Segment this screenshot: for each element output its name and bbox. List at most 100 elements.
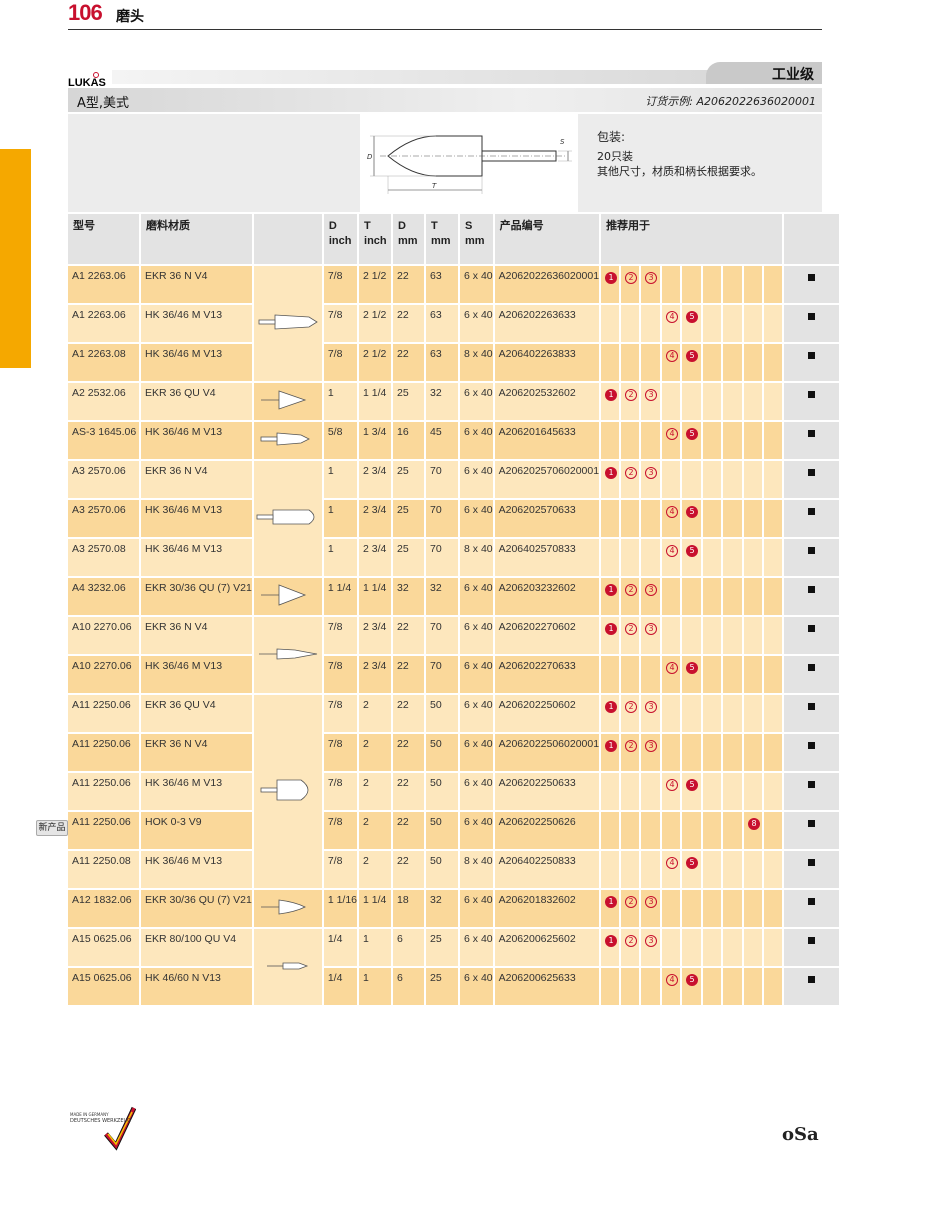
cell-recommended-empty	[763, 655, 785, 695]
cell-recommended-empty	[722, 928, 745, 968]
cell-type: A11 2250.06	[68, 811, 141, 851]
header-product-no: 产品编号	[493, 214, 602, 266]
cell-d-mm: 22	[392, 265, 427, 305]
made-in-text: MADE IN GERMANY	[70, 1112, 109, 1117]
osa-logo: oSa	[782, 1124, 819, 1145]
cell-type: A1 2263.06	[68, 304, 141, 344]
recommended-mark: 3	[645, 584, 658, 596]
availability-mark	[808, 469, 816, 476]
recommended-mark: 5	[686, 506, 699, 518]
cell-t-mm: 25	[425, 967, 461, 1007]
cell-product-no: A206402250833	[493, 850, 602, 890]
cell-s-mm: 8 x 40	[459, 343, 495, 383]
cell-recommended-empty	[743, 772, 765, 812]
availability-mark	[808, 664, 816, 671]
cell-recommended: 3	[640, 928, 663, 968]
cell-s-mm: 6 x 40	[459, 460, 495, 500]
cell-t-inch: 2 3/4	[358, 538, 394, 578]
availability-mark	[808, 586, 816, 593]
cell-product-no: A206202250602	[493, 694, 602, 734]
cell-type: A4 3232.06	[68, 577, 141, 617]
recommended-mark: 3	[645, 623, 658, 635]
cell-recommended-empty	[600, 811, 622, 851]
cell-t-mm: 50	[425, 694, 461, 734]
header-availability	[783, 214, 842, 266]
cell-recommended-empty	[743, 304, 765, 344]
cell-recommended-empty	[600, 967, 622, 1007]
cell-t-mm: 63	[425, 304, 461, 344]
cell-material: EKR 80/100 QU V4	[140, 928, 254, 968]
cell-t-inch: 1 1/4	[358, 577, 394, 617]
cell-d-mm: 25	[392, 460, 427, 500]
order-example: 订货示例: A2062022636020001	[645, 95, 816, 108]
recommended-mark: 2	[625, 467, 638, 479]
cell-recommended: 3	[640, 616, 663, 656]
cell-recommended: 1	[600, 733, 622, 773]
cell-t-mm: 70	[425, 460, 461, 500]
table-row: A11 2250.06 HK 36/46 M V13 7/8 2 22 50 6 x 40 A…	[68, 772, 842, 812]
cell-material: EKR 30/36 QU (7) V21	[140, 889, 254, 929]
availability-mark	[808, 781, 816, 788]
header-s-mm: S mm	[459, 214, 495, 266]
cell-recommended: 2	[620, 265, 642, 305]
cell-recommended-empty	[702, 421, 724, 461]
cell-recommended-empty	[743, 733, 765, 773]
packaging-title: 包装:	[597, 130, 626, 144]
cell-recommended-empty	[763, 421, 785, 461]
cell-product-no: A206402570833	[493, 538, 602, 578]
cell-recommended-empty	[702, 616, 724, 656]
cell-s-mm: 6 x 40	[459, 811, 495, 851]
lukas-logo-text: LUKAS	[68, 77, 106, 88]
availability-mark	[808, 508, 816, 515]
cell-recommended: 1	[600, 928, 622, 968]
cell-t-inch: 2 3/4	[358, 655, 394, 695]
cell-d-inch: 1	[322, 499, 360, 539]
table-row: A11 2250.06 EKR 36 QU V4 7/8 2 22 50 6 x 40 A20…	[68, 694, 842, 890]
cell-recommended-empty	[600, 655, 622, 695]
cell-recommended: 5	[681, 967, 704, 1007]
table-row: A15 0625.06 EKR 80/100 QU V4 1/4 1 6 25 6 x 40…	[68, 928, 842, 1007]
cell-d-mm: 22	[392, 304, 427, 344]
cell-t-mm: 70	[425, 655, 461, 695]
availability-mark	[808, 313, 816, 320]
cell-recommended: 5	[681, 421, 704, 461]
recommended-mark: 2	[625, 896, 638, 908]
recommended-mark: 1	[605, 935, 618, 947]
cell-recommended-empty	[620, 538, 642, 578]
cell-type: A11 2250.06	[68, 733, 141, 773]
cell-recommended-empty	[681, 265, 704, 305]
cell-recommended-empty	[681, 382, 704, 422]
recommended-mark: 4	[666, 311, 679, 323]
cell-recommended-empty	[722, 499, 745, 539]
cell-recommended: 3	[640, 577, 663, 617]
page-title: 磨头	[116, 9, 144, 25]
product-table: 型号 磨料材质 D inch T inch D mm T mm S mm 产品编…	[68, 214, 842, 1007]
cell-recommended-empty	[763, 772, 785, 812]
cell-recommended-empty	[640, 772, 663, 812]
cell-s-mm: 8 x 40	[459, 538, 495, 578]
drawing-label-d: D	[367, 153, 373, 161]
recommended-mark: 1	[605, 584, 618, 596]
cell-recommended-empty	[763, 304, 785, 344]
cell-recommended-empty	[763, 694, 785, 734]
cell-t-inch: 1	[358, 967, 394, 1007]
cell-availability	[783, 616, 842, 656]
cell-recommended: 1	[600, 577, 622, 617]
recommended-mark: 3	[645, 935, 658, 947]
recommended-mark: 2	[625, 389, 638, 401]
cell-t-mm: 70	[425, 499, 461, 539]
cell-recommended-empty	[722, 382, 745, 422]
cell-recommended: 5	[681, 655, 704, 695]
shape-drawing	[252, 889, 324, 929]
cell-d-inch: 1	[322, 460, 360, 500]
cell-recommended: 2	[620, 928, 642, 968]
cell-d-inch: 7/8	[322, 304, 360, 344]
cell-type: A11 2250.08	[68, 850, 141, 890]
cell-recommended: 2	[620, 577, 642, 617]
cell-recommended-empty	[702, 850, 724, 890]
cell-product-no: A206203232602	[493, 577, 602, 617]
header-d-inch: D inch	[322, 214, 360, 266]
recommended-mark: 4	[666, 506, 679, 518]
cell-type: A3 2570.06	[68, 460, 141, 500]
cell-material: EKR 36 N V4	[140, 460, 254, 500]
